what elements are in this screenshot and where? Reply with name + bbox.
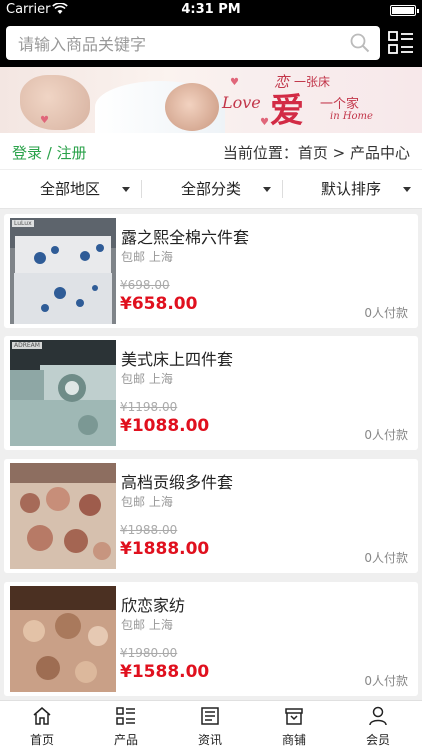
brand-tag: LuLux [12,220,34,227]
banner-text-home: in Home [330,111,373,122]
tab-products[interactable]: 产品 [84,701,168,751]
tab-news-label: 资讯 [197,733,222,747]
sale-price: ¥1588.00 [120,662,210,682]
tab-member-label: 会员 [365,733,390,747]
tab-news[interactable]: 资讯 [168,701,252,751]
caret-down-icon [403,187,412,192]
filter-bar: 全部地区 全部分类 默认排序 [0,170,422,209]
list-icon [116,707,135,725]
product-image[interactable]: LuLux [10,218,116,324]
battery-icon [390,5,419,16]
banner-slogan: 恋 一张床 Love 爱 一个家 in Home [222,71,412,131]
search-icon[interactable] [350,33,370,53]
caret-down-icon [122,187,131,192]
banner-text-home-cn: 一个家 [320,97,360,112]
header [0,20,422,67]
status-bar: Carrier 4:31 PM [0,0,422,20]
product-card[interactable]: 高档贡缎多件套 包邮 上海 ¥1988.00 ¥1888.00 0人付款 [4,459,418,573]
original-price: ¥1988.00 [120,523,178,537]
bottom-tab-bar: 首页 产品 资讯 商铺 会员 [0,700,422,751]
search-box[interactable] [6,26,380,62]
news-icon [201,707,219,725]
banner-pillow [20,75,90,130]
tab-member[interactable]: 会员 [336,701,420,751]
sale-price: ¥1888.00 [120,539,210,559]
heart-icon: ♥ [40,115,49,126]
shop-icon [285,708,303,725]
product-name[interactable]: 高档贡缎多件套 [121,469,233,493]
filter-region-label: 全部地区 [40,180,101,198]
product-image[interactable]: ADREAM [10,340,116,446]
product-card[interactable]: 欣恋家纺 包邮 上海 ¥1980.00 ¥1588.00 0人付款 [4,582,418,696]
tab-products-label: 产品 [113,733,138,747]
filter-category-label: 全部分类 [181,180,242,198]
shipping-info: 包邮 上海 [121,495,173,509]
original-price: ¥698.00 [120,278,170,292]
payment-count: 0人付款 [364,428,408,442]
product-name[interactable]: 欣恋家纺 [121,592,185,616]
banner-couple-image [165,83,219,131]
filter-sort-label: 默认排序 [321,180,382,198]
login-register-link[interactable]: 登录 / 注册 [12,142,87,163]
original-price: ¥1980.00 [120,646,178,660]
shipping-info: 包邮 上海 [121,250,173,264]
tab-home[interactable]: 首页 [0,701,84,751]
breadcrumb: 当前位置：首页 > 产品中心 [222,144,410,162]
banner-text-love: Love [222,93,261,112]
tab-home-label: 首页 [29,733,54,747]
promo-banner[interactable]: ♥ ♥ ♥ 恋 一张床 Love 爱 一个家 in Home [0,67,422,133]
home-icon [33,707,51,725]
search-input[interactable] [16,26,340,62]
original-price: ¥1198.00 [120,400,178,414]
tab-shop-label: 商铺 [281,733,306,747]
product-card[interactable]: LuLux 露之熙全棉六件套 包邮 上海 ¥698.00 ¥658.00 0人付… [4,214,418,328]
sale-price: ¥1088.00 [120,416,210,436]
location-bar: 登录 / 注册 当前位置：首页 > 产品中心 [0,133,422,169]
filter-region[interactable]: 全部地区 [40,170,131,208]
payment-count: 0人付款 [364,306,408,320]
banner-text-ai: 爱 [270,91,304,131]
shipping-info: 包邮 上海 [121,618,173,632]
divider [141,180,142,198]
clock: 4:31 PM [181,2,241,17]
filter-sort[interactable]: 默认排序 [321,170,412,208]
product-image[interactable] [10,586,116,692]
payment-count: 0人付款 [364,551,408,565]
sale-price: ¥658.00 [120,294,198,314]
product-name[interactable]: 露之熙全棉六件套 [121,224,249,248]
brand-tag: ADREAM [12,342,42,349]
user-icon [369,706,387,726]
tab-shop[interactable]: 商铺 [252,701,336,751]
payment-count: 0人付款 [364,674,408,688]
product-image[interactable] [10,463,116,569]
divider [282,180,283,198]
shipping-info: 包邮 上海 [121,372,173,386]
product-name[interactable]: 美式床上四件套 [121,346,233,370]
product-card[interactable]: ADREAM 美式床上四件套 包邮 上海 ¥1198.00 ¥1088.00 0… [4,336,418,450]
category-menu-icon[interactable] [388,30,414,56]
caret-down-icon [263,187,272,192]
filter-category[interactable]: 全部分类 [181,170,272,208]
